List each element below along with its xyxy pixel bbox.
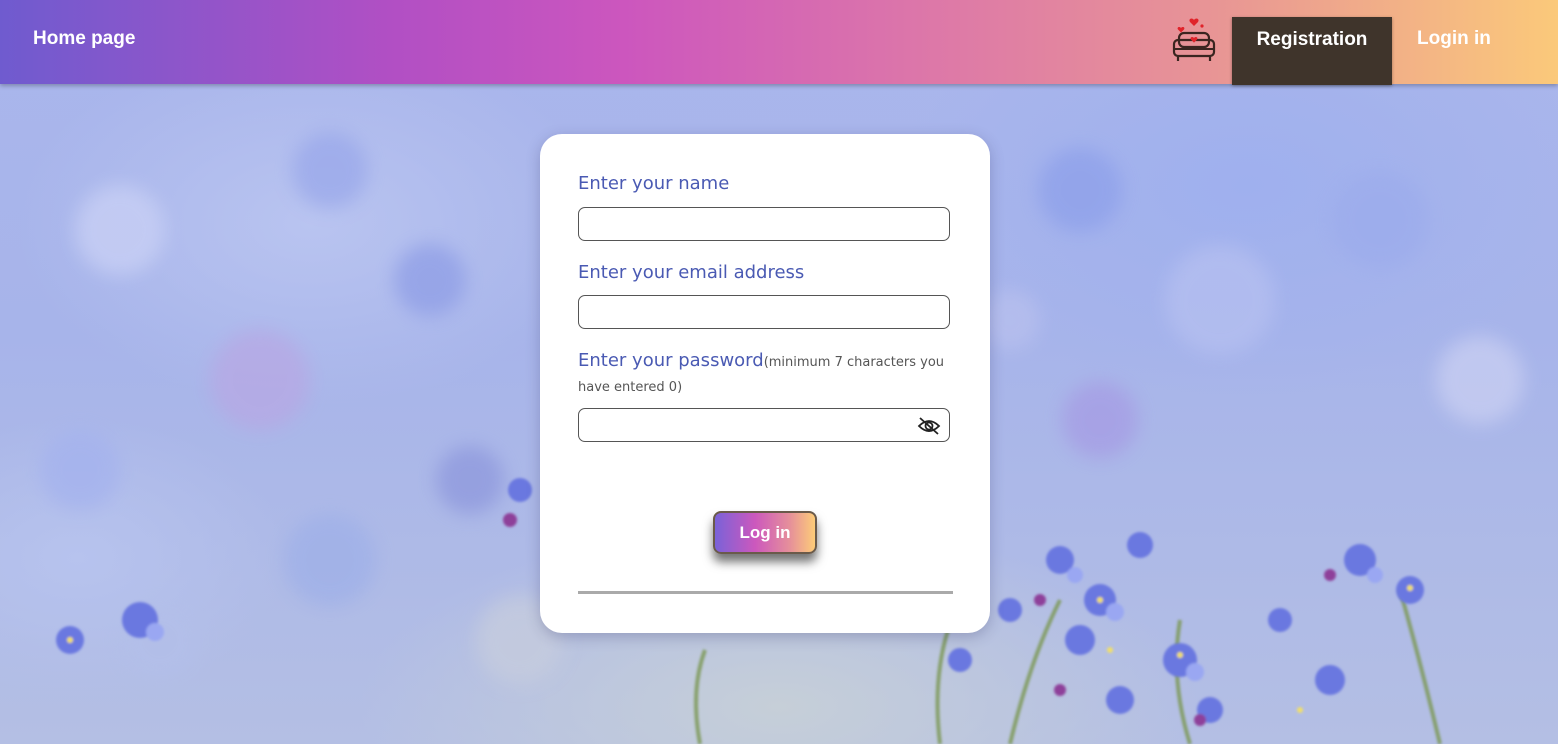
name-input[interactable] — [578, 207, 950, 241]
top-navbar: Home page Registration Login in — [0, 0, 1558, 85]
email-label: Enter your email address — [578, 262, 805, 283]
login-submit-label: Log in — [739, 522, 791, 542]
nav-registration-tab[interactable]: Registration — [1232, 17, 1392, 85]
nav-home-link[interactable]: Home page — [33, 28, 135, 50]
password-label-group: Enter your password(minimum 7 characters… — [578, 349, 958, 399]
eye-slash-icon[interactable] — [917, 416, 941, 436]
form-divider — [578, 591, 953, 594]
email-input[interactable] — [578, 295, 950, 329]
sofa-hearts-icon[interactable] — [1170, 16, 1218, 66]
name-label: Enter your name — [578, 173, 730, 194]
nav-registration-label: Registration — [1256, 29, 1368, 50]
nav-login-link[interactable]: Login in — [1417, 28, 1491, 50]
password-label: Enter your password — [578, 350, 764, 371]
login-submit-button[interactable]: Log in — [713, 511, 817, 554]
login-form-card: Enter your name Enter your email address… — [540, 134, 990, 633]
password-input[interactable] — [578, 408, 950, 442]
